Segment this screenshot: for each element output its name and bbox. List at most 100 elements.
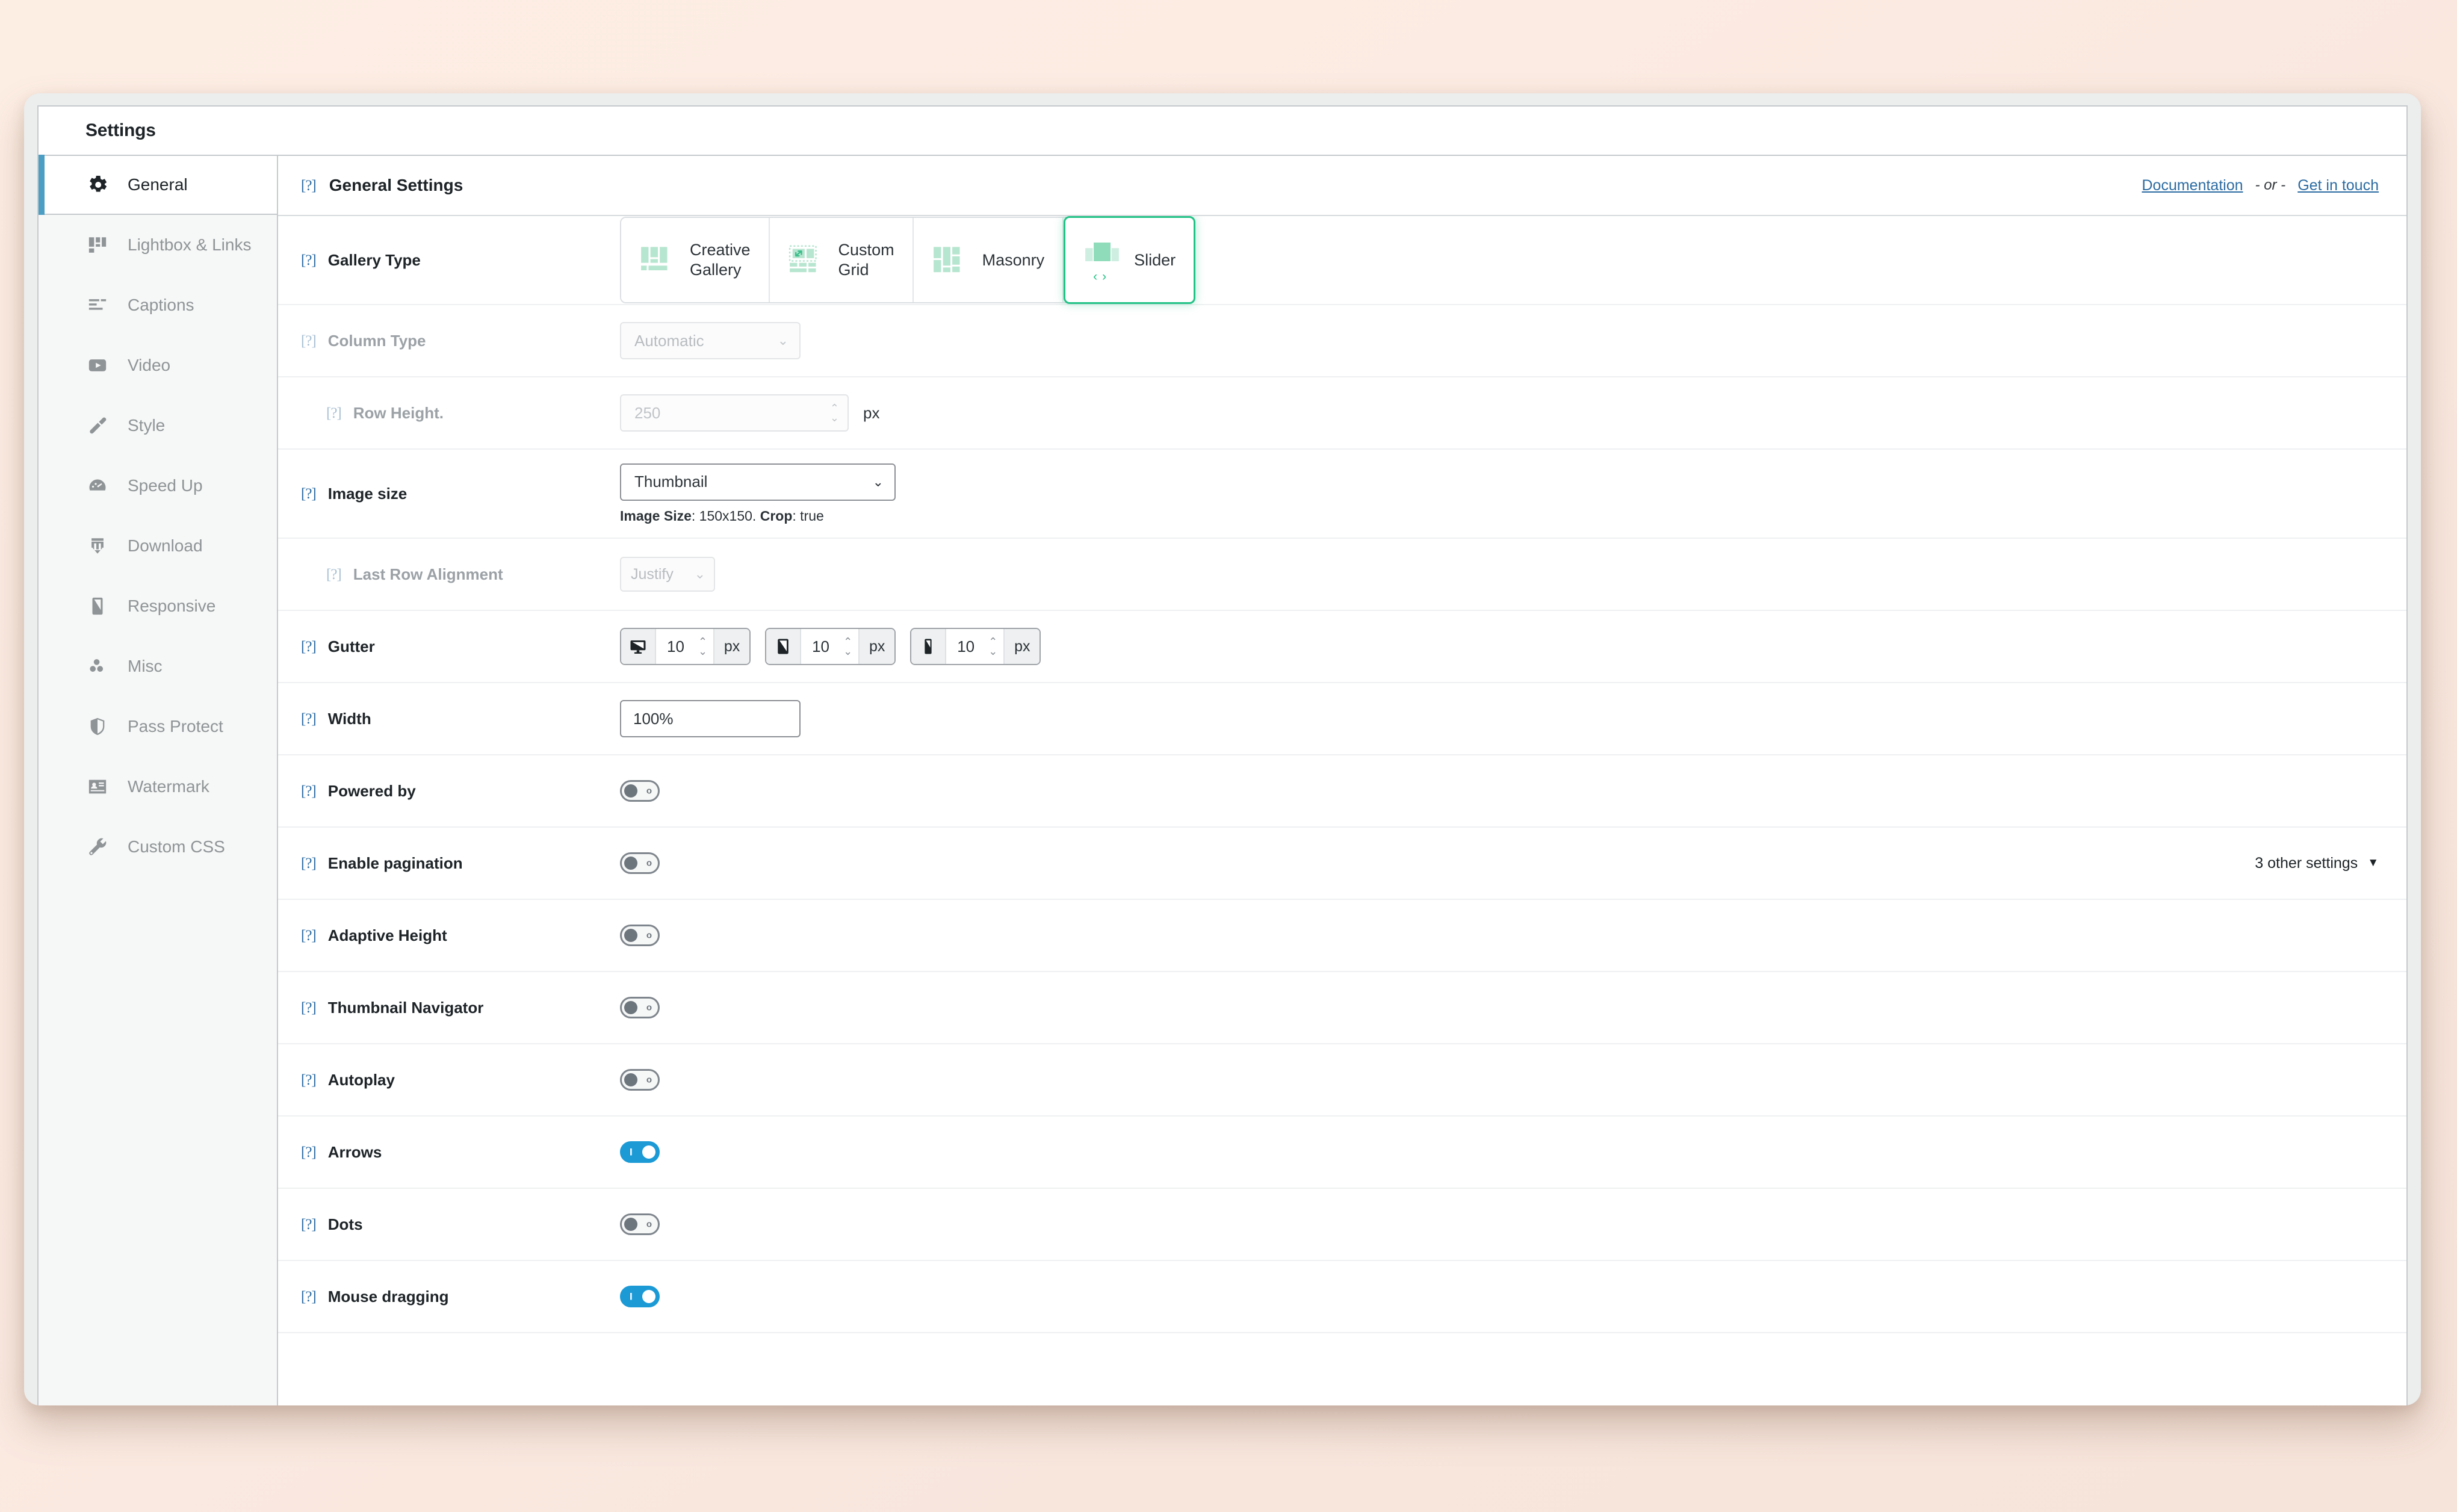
chevron-down-icon: ⌄ — [872, 474, 884, 489]
help-icon[interactable]: [?] — [301, 711, 317, 727]
help-icon[interactable]: [?] — [301, 178, 317, 193]
sidebar-item-watermark[interactable]: Watermark — [39, 757, 277, 817]
other-settings-toggle[interactable]: 3 other settings ▼ — [2255, 855, 2379, 872]
gallery-type-option-label: Creative Gallery — [690, 241, 751, 279]
help-icon[interactable]: [?] — [301, 1073, 317, 1088]
mobile-icon — [84, 593, 111, 619]
dots-icon — [84, 653, 111, 680]
sidebar-item-label: Responsive — [128, 596, 216, 615]
gallery-type-option-custom-grid[interactable]: Custom Grid — [769, 218, 914, 302]
last-row-alignment-select[interactable]: Justify ⌄ — [620, 557, 715, 592]
row-last-row-alignment: [?] Last Row Alignment Justify ⌄ — [278, 539, 2406, 611]
help-icon[interactable]: [?] — [301, 784, 317, 799]
gutter-tablet-unit: px — [858, 629, 895, 664]
sidebar-item-label: Video — [128, 356, 171, 374]
chevron-down-icon: ⌄ — [694, 566, 705, 581]
documentation-link[interactable]: Documentation — [2142, 177, 2243, 194]
help-icon[interactable]: [?] — [326, 567, 342, 582]
help-icon[interactable]: [?] — [326, 406, 342, 421]
thumbnail-navigator-toggle[interactable]: o — [620, 997, 660, 1018]
tablet-icon[interactable] — [766, 629, 802, 664]
help-icon[interactable]: [?] — [301, 856, 317, 871]
image-size-select[interactable]: Thumbnail ⌄ — [620, 463, 896, 501]
settings-header: [?] General Settings Documentation - or … — [278, 156, 2406, 216]
toggle-mark: o — [646, 1002, 652, 1013]
sidebar-item-general[interactable]: General — [39, 155, 277, 215]
sidebar-item-captions[interactable]: Captions — [39, 275, 277, 335]
toggle-knob — [624, 929, 637, 942]
adaptive-height-label: Adaptive Height — [327, 926, 447, 944]
mobile-icon[interactable] — [911, 629, 947, 664]
row-column-type: [?] Column Type Automatic ⌄ — [278, 305, 2406, 377]
sidebar-item-label: General — [128, 175, 188, 194]
stepper-icon[interactable]: ⌃ ⌄ — [843, 636, 858, 656]
help-icon[interactable]: [?] — [301, 1000, 317, 1015]
gallery-type-option-masonry[interactable]: Masonry — [913, 218, 1064, 302]
gallery-type-option-label: Slider — [1134, 250, 1176, 269]
dots-control: o — [620, 1213, 2379, 1235]
adaptive-height-toggle[interactable]: o — [620, 925, 660, 946]
sidebar-item-label: Lightbox & Links — [128, 235, 252, 254]
help-icon[interactable]: [?] — [301, 1145, 317, 1160]
row-powered-by: [?] Powered by o — [278, 755, 2406, 828]
gear-icon — [84, 172, 111, 198]
toggle-knob — [642, 1290, 655, 1303]
width-label: Width — [327, 709, 371, 728]
width-input[interactable] — [620, 700, 801, 737]
mouse-dragging-toggle[interactable]: I — [620, 1286, 660, 1307]
sidebar-item-video[interactable]: Video — [39, 335, 277, 395]
custom-grid-icon — [788, 241, 825, 279]
gutter-tablet-value[interactable]: 10 — [801, 637, 843, 656]
enable-pagination-toggle[interactable]: o — [620, 852, 660, 874]
get-in-touch-link[interactable]: Get in touch — [2297, 177, 2379, 194]
help-icon[interactable]: [?] — [301, 928, 317, 943]
sidebar-item-pass-protect[interactable]: Pass Protect — [39, 696, 277, 757]
last-row-alignment-control: Justify ⌄ — [620, 557, 2379, 592]
row-thumbnail-navigator: [?] Thumbnail Navigator o — [278, 972, 2406, 1044]
stepper-icon[interactable]: ⌃ ⌄ — [830, 403, 839, 423]
help-icon[interactable]: [?] — [301, 1289, 317, 1304]
desktop-icon[interactable] — [621, 629, 656, 664]
row-height-input[interactable]: 250 ⌃ ⌄ — [620, 394, 849, 432]
width-label-group: [?] Width — [301, 710, 620, 728]
column-type-select[interactable]: Automatic ⌄ — [620, 322, 801, 359]
gallery-type-selector: Creative Gallery Custom Grid Masonry ‹› … — [620, 216, 1196, 304]
help-icon[interactable]: [?] — [301, 333, 317, 349]
image-size-note: Image Size: 150x150. Crop: true — [620, 508, 896, 524]
arrows-toggle[interactable]: I — [620, 1141, 660, 1163]
image-size-label-group: [?] Image size — [301, 485, 620, 503]
row-enable-pagination: [?] Enable pagination o 3 other settings… — [278, 828, 2406, 900]
sidebar-item-custom-css[interactable]: Custom CSS — [39, 817, 277, 877]
help-icon[interactable]: [?] — [301, 253, 317, 268]
masonry-icon — [932, 241, 969, 279]
stepper-icon[interactable]: ⌃ ⌄ — [988, 636, 1003, 656]
gallery-type-option-slider[interactable]: ‹› Slider — [1064, 216, 1196, 304]
powered-by-toggle[interactable]: o — [620, 780, 660, 802]
brush-icon — [84, 412, 111, 439]
image-size-control: Thumbnail ⌄ Image Size: 150x150. Crop: t… — [620, 463, 2379, 524]
gutter-desktop-value[interactable]: 10 — [656, 637, 698, 656]
help-icon[interactable]: [?] — [301, 486, 317, 501]
stepper-icon[interactable]: ⌃ ⌄ — [698, 636, 713, 656]
sidebar-item-style[interactable]: Style — [39, 395, 277, 456]
sidebar-item-lightbox-links[interactable]: Lightbox & Links — [39, 215, 277, 275]
help-icon[interactable]: [?] — [301, 1217, 317, 1232]
image-size-note-label: Image Size — [620, 507, 692, 524]
gallery-type-option-creative-gallery[interactable]: Creative Gallery — [621, 218, 770, 302]
thumbnail-navigator-control: o — [620, 997, 2379, 1018]
row-height-control: 250 ⌃ ⌄ px — [620, 394, 2379, 432]
help-icon[interactable]: [?] — [301, 639, 317, 654]
crop-note-label: Crop — [760, 507, 793, 524]
sidebar-item-responsive[interactable]: Responsive — [39, 576, 277, 636]
enable-pagination-label-group: [?] Enable pagination — [301, 854, 620, 873]
gutter-desktop-field[interactable]: 10 ⌃ ⌄ px — [620, 628, 751, 665]
sidebar-item-speed-up[interactable]: Speed Up — [39, 456, 277, 516]
gutter-mobile-field[interactable]: 10 ⌃ ⌄ px — [910, 628, 1041, 665]
sidebar-item-misc[interactable]: Misc — [39, 636, 277, 696]
row-image-size: [?] Image size Thumbnail ⌄ Image Size: 1… — [278, 450, 2406, 539]
dots-toggle[interactable]: o — [620, 1213, 660, 1235]
gutter-mobile-value[interactable]: 10 — [946, 637, 988, 656]
autoplay-toggle[interactable]: o — [620, 1069, 660, 1091]
sidebar-item-download[interactable]: Download — [39, 516, 277, 576]
gutter-tablet-field[interactable]: 10 ⌃ ⌄ px — [765, 628, 896, 665]
